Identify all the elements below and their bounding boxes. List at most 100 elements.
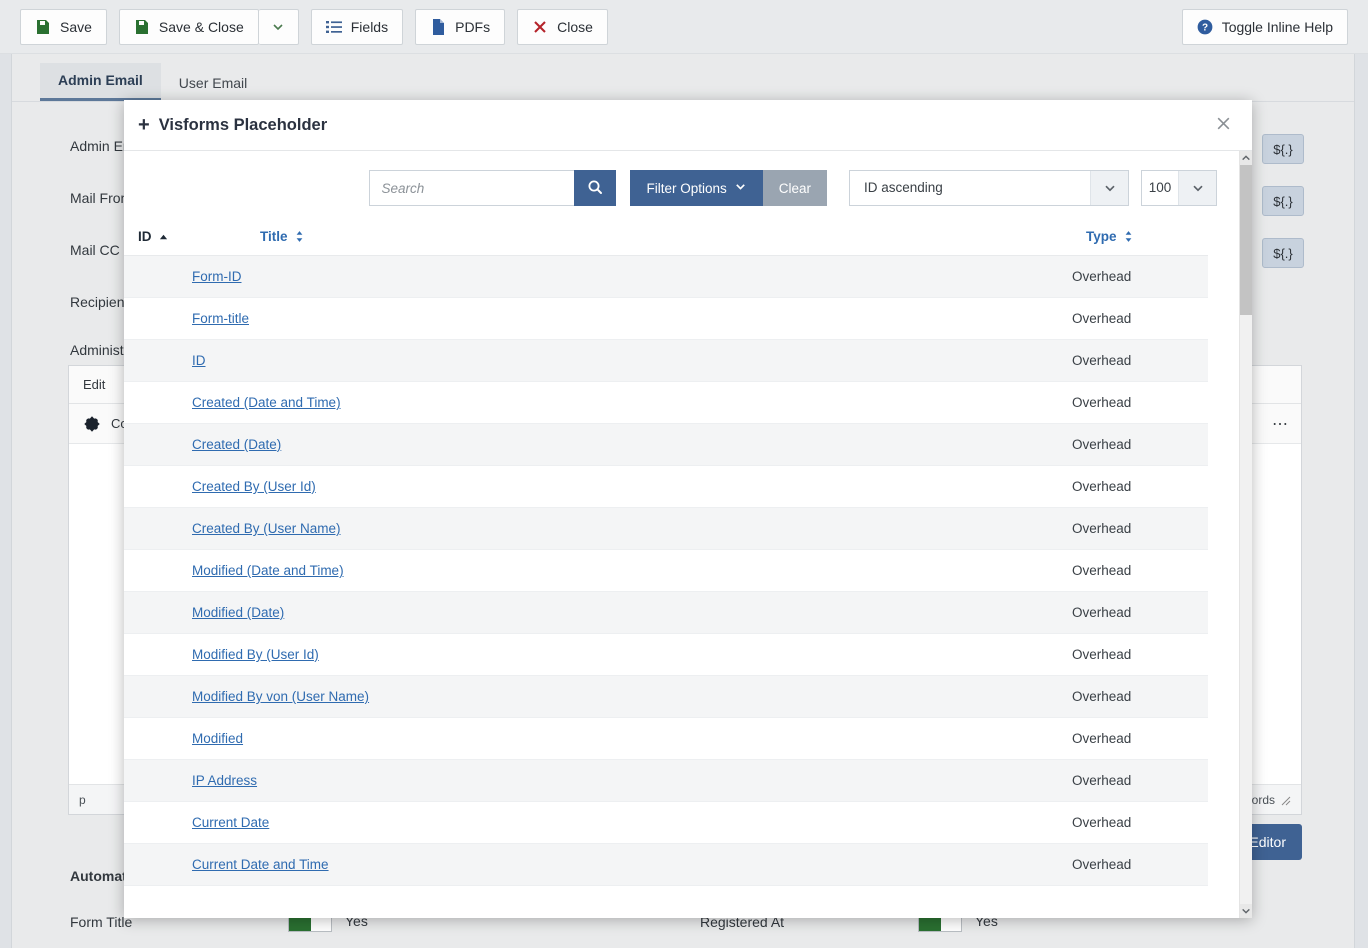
scroll-up-arrow-icon[interactable] (1240, 151, 1253, 165)
cell-type: Overhead (1072, 508, 1208, 550)
editor-tab-edit[interactable]: Edit (83, 377, 105, 392)
close-button[interactable]: Close (517, 9, 608, 45)
search-button[interactable] (574, 170, 616, 206)
table-row[interactable]: Current Date and Time Overhead (124, 844, 1208, 886)
editor-path-label: p (79, 793, 86, 807)
cell-id (124, 382, 192, 424)
placeholder-link[interactable]: Created By (User Id) (192, 479, 316, 494)
table-row[interactable]: Created (Date and Time)Overhead (124, 382, 1208, 424)
placeholder-token-3[interactable]: ${.} (1262, 238, 1304, 268)
field-label-mail-from: Mail From (70, 190, 132, 206)
resize-grip-icon[interactable] (1281, 795, 1291, 805)
list-limit-select[interactable]: 100 (1141, 170, 1217, 206)
save-dropdown-toggle[interactable] (259, 9, 299, 45)
chevron-down-icon (734, 180, 747, 196)
save-button[interactable]: Save (20, 9, 107, 45)
toggle-inline-help-button[interactable]: ? Toggle Inline Help (1182, 9, 1348, 45)
placeholder-link[interactable]: Modified (192, 731, 243, 746)
sort-order-select[interactable]: ID ascending (849, 170, 1129, 206)
cell-type: Overhead (1072, 844, 1208, 886)
fields-button[interactable]: Fields (311, 9, 403, 45)
scroll-down-arrow-icon[interactable] (1240, 904, 1253, 918)
filter-options-button[interactable]: Filter Options (630, 170, 762, 206)
cell-id (124, 634, 192, 676)
column-header-title[interactable]: Title (192, 220, 1072, 256)
cell-title: Form-ID (192, 256, 1072, 298)
list-limit-value: 100 (1142, 171, 1178, 205)
ellipsis-icon[interactable]: ⋯ (1272, 414, 1289, 434)
cell-type: Overhead (1072, 298, 1208, 340)
table-row[interactable]: IP Address Overhead (124, 760, 1208, 802)
tab-user-email[interactable]: User Email (161, 66, 265, 101)
placeholder-link[interactable]: Created (Date and Time) (192, 395, 341, 410)
cell-title: Modified (192, 718, 1072, 760)
sort-updown-icon (1124, 230, 1133, 245)
field-label-mail-cc: Mail CC (70, 242, 120, 258)
chevron-down-icon[interactable] (1178, 171, 1216, 205)
table-row[interactable]: Created By (User Id)Overhead (124, 466, 1208, 508)
chevron-down-icon[interactable] (1090, 171, 1128, 205)
table-row[interactable]: Modified By von (User Name)Overhead (124, 676, 1208, 718)
save-icon (134, 19, 150, 35)
table-row[interactable]: Modified By (User Id)Overhead (124, 634, 1208, 676)
cell-id (124, 844, 192, 886)
column-header-id[interactable]: ID (124, 220, 192, 256)
placeholder-link[interactable]: IP Address (192, 773, 257, 788)
sort-order-value: ID ascending (850, 171, 1090, 205)
placeholder-link[interactable]: Created By (User Name) (192, 521, 341, 536)
cell-type: Overhead (1072, 760, 1208, 802)
scrollbar-thumb[interactable] (1240, 165, 1253, 315)
placeholder-link[interactable]: ID (192, 353, 206, 368)
tab-admin-email[interactable]: Admin Email (40, 63, 161, 101)
placeholder-link[interactable]: Modified By (User Id) (192, 647, 319, 662)
cell-id (124, 802, 192, 844)
modal-scrollbar[interactable] (1239, 151, 1252, 918)
save-and-close-button[interactable]: Save & Close (119, 9, 259, 45)
table-row[interactable]: Created By (User Name) Overhead (124, 508, 1208, 550)
table-row[interactable]: IDOverhead (124, 340, 1208, 382)
column-header-title-label: Title (260, 229, 288, 244)
cell-id (124, 760, 192, 802)
table-row[interactable]: Created (Date)Overhead (124, 424, 1208, 466)
clear-filters-button[interactable]: Clear (763, 170, 827, 206)
search-input[interactable] (369, 170, 574, 206)
placeholder-token-2[interactable]: ${.} (1262, 186, 1304, 216)
help-circle-icon: ? (1197, 19, 1213, 35)
table-row[interactable]: ModifiedOverhead (124, 718, 1208, 760)
modal-close-button[interactable] (1210, 112, 1236, 138)
cell-title: Created By (User Id) (192, 466, 1072, 508)
modal-body: Filter Options Clear ID ascending 100 (124, 151, 1252, 918)
toolbar-left-group: Save Save & Close (20, 9, 608, 45)
tab-bar: Admin Email User Email (12, 54, 1354, 102)
cell-id (124, 298, 192, 340)
scrollbar-track[interactable] (1240, 165, 1253, 904)
placeholder-token-1[interactable]: ${.} (1262, 134, 1304, 164)
table-row[interactable]: Form-IDOverhead (124, 256, 1208, 298)
table-header-row: ID Title (124, 220, 1208, 256)
placeholder-link[interactable]: Form-title (192, 311, 249, 326)
cell-id (124, 466, 192, 508)
cell-type: Overhead (1072, 592, 1208, 634)
table-row[interactable]: Modified (Date and Time)Overhead (124, 550, 1208, 592)
cell-title: Modified (Date and Time) (192, 550, 1072, 592)
placeholder-link[interactable]: Modified (Date) (192, 605, 284, 620)
placeholder-link[interactable]: Form-ID (192, 269, 242, 284)
file-icon (430, 19, 446, 35)
table-row[interactable]: Form-title Overhead (124, 298, 1208, 340)
placeholder-link[interactable]: Current Date and Time (192, 857, 329, 872)
placeholder-link[interactable]: Modified By von (User Name) (192, 689, 369, 704)
cell-id (124, 424, 192, 466)
pdfs-button[interactable]: PDFs (415, 9, 505, 45)
column-header-type[interactable]: Type (1072, 220, 1208, 256)
placeholder-link[interactable]: Current Date (192, 815, 269, 830)
caret-up-icon (159, 230, 168, 245)
cell-title: Modified By von (User Name) (192, 676, 1072, 718)
table-row[interactable]: Modified (Date) Overhead (124, 592, 1208, 634)
table-row[interactable]: Current DateOverhead (124, 802, 1208, 844)
toggle-label-form-title: Form Title (70, 914, 132, 930)
fields-button-label: Fields (351, 20, 388, 34)
toggle-inline-help-label: Toggle Inline Help (1222, 20, 1333, 34)
modal-title-text: Visforms Placeholder (159, 116, 327, 135)
placeholder-link[interactable]: Created (Date) (192, 437, 281, 452)
placeholder-link[interactable]: Modified (Date and Time) (192, 563, 344, 578)
